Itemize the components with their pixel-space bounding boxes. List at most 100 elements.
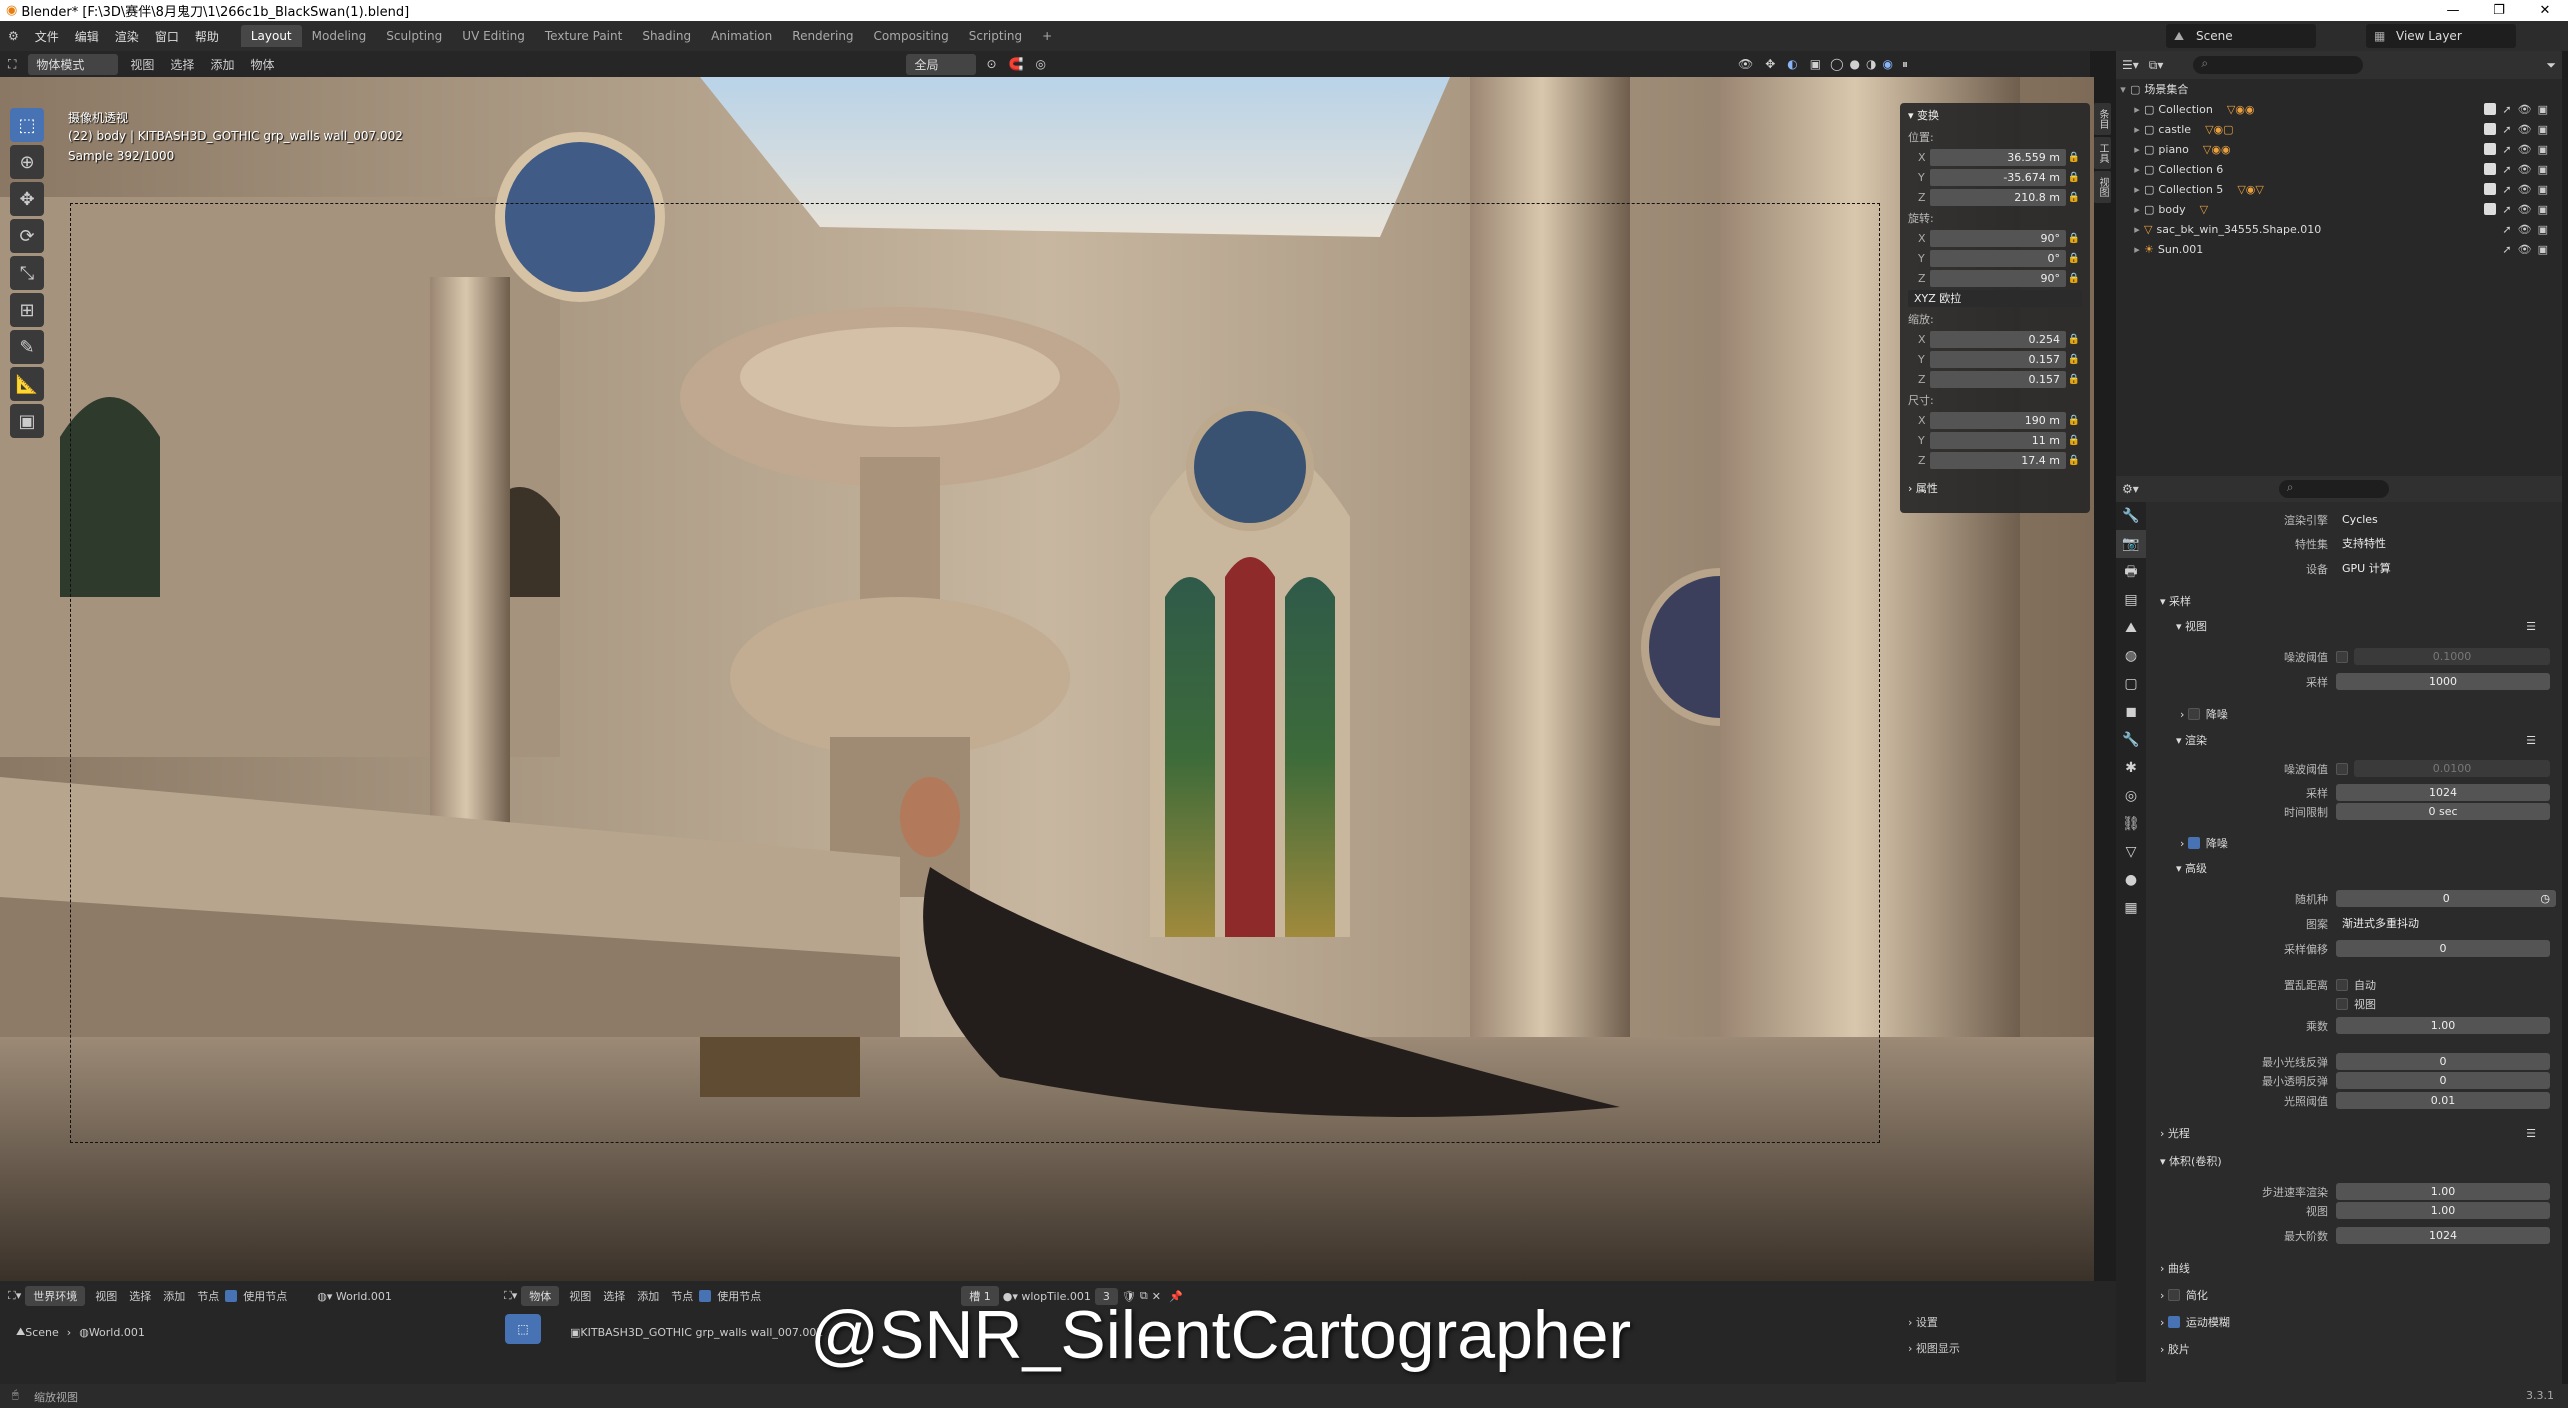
scale-x-field[interactable]: 0.254 [1930,331,2066,348]
menu-render[interactable]: 渲染 [107,28,147,45]
volumes-header[interactable]: ▾ 体积(卷积) [2150,1150,2550,1172]
motion-blur-header[interactable]: › 运动模糊 [2150,1311,2550,1333]
curves-header[interactable]: › 曲线 [2150,1257,2550,1279]
scale-y-field[interactable]: 0.157 [1930,351,2066,368]
lock-icon[interactable]: 🔒 [2066,435,2082,446]
shading-wire-icon[interactable]: ◯ [1827,57,1846,71]
vp-denoise-header[interactable]: › 降噪 [2150,703,2550,725]
exclude-checkbox[interactable] [2484,182,2497,195]
scene-tab-icon[interactable]: ⛰ [2116,614,2146,642]
proportional-icon[interactable]: ◎ [1029,57,1051,71]
time-limit-field[interactable]: 0 sec [2336,803,2550,820]
eye-icon[interactable]: 👁 [2518,163,2532,176]
dim-x-field[interactable]: 190 m [1930,412,2066,429]
mode-dropdown[interactable]: 物体模式 [28,53,119,75]
shader-menu-add[interactable]: 添加 [631,1288,665,1304]
cursor-tool-icon[interactable]: ⊕ [10,145,44,179]
device-dropdown[interactable]: GPU 计算 [2336,560,2550,577]
camera-icon[interactable]: ▣ [2538,163,2548,176]
blender-menu-icon[interactable]: ⚙ [0,29,27,43]
list-icon[interactable]: ☰ [2526,620,2536,633]
camera-icon[interactable]: ▣ [2538,103,2548,116]
shading-rendered-icon[interactable]: ◉ [1880,57,1896,71]
outliner-item-piano[interactable]: ▸ ▢ piano ▽◉◉ ➚ 👁 ▣ [2116,139,2562,159]
rotate-tool-icon[interactable]: ⟳ [10,219,44,253]
rotation-x-field[interactable]: 90° [1930,230,2066,247]
viewport-menu-select[interactable]: 选择 [162,56,202,73]
tab-sculpting[interactable]: Sculpting [376,25,452,47]
editor-type-icon[interactable]: ⛶ [0,57,24,72]
outliner-item-collection-6[interactable]: ▸ ▢ Collection 6 ➚ 👁 ▣ [2116,159,2562,179]
view-layer-tab-icon[interactable]: ▤ [2116,586,2146,614]
list-icon[interactable]: ☰ [2526,1127,2536,1140]
node-viewport-display-tab[interactable]: › 视图显示 [1908,1336,1960,1360]
camera-icon[interactable]: ▣ [2538,183,2548,196]
node-settings-tab[interactable]: › 设置 [1908,1310,1938,1334]
location-x-field[interactable]: 36.559 m [1930,149,2066,166]
eye-icon[interactable]: 👁 [2518,223,2532,236]
viewport-menu-object[interactable]: 物体 [242,56,282,73]
collection-tab-icon[interactable]: ▢ [2116,670,2146,698]
add-cube-tool-icon[interactable]: ▣ [10,404,44,438]
physics-tab-icon[interactable]: ◎ [2116,782,2146,810]
world-menu-add[interactable]: 添加 [157,1288,191,1304]
lock-icon[interactable]: 🔒 [2066,253,2082,264]
exclude-checkbox[interactable] [2484,102,2497,115]
camera-icon[interactable]: ▣ [2538,123,2548,136]
camera-icon[interactable]: ▣ [2538,143,2548,156]
lock-icon[interactable]: 🔒 [2066,354,2082,365]
select-icon[interactable]: ➚ [2502,163,2511,176]
select-icon[interactable]: ➚ [2502,223,2511,236]
node-editor-icon[interactable]: ⛶▾ [8,1289,21,1303]
select-icon[interactable]: ➚ [2502,143,2511,156]
film-header[interactable]: › 胶片 [2150,1338,2550,1360]
location-z-field[interactable]: 210.8 m [1930,189,2066,206]
outliner-item-collection[interactable]: ▸ ▢ Collection ▽◉◉ ➚ 👁 ▣ [2116,99,2562,119]
material-tab-icon[interactable]: ● [2116,866,2146,894]
select-icon[interactable]: ➚ [2502,183,2511,196]
eye-icon[interactable]: 👁 [2518,243,2532,256]
camera-icon[interactable]: ▣ [2538,223,2548,236]
xray-icon[interactable]: ▣ [1804,57,1827,71]
light-paths-header[interactable]: › 光程 ☰ [2150,1122,2550,1144]
world-tab-icon[interactable]: ◍ [2116,642,2146,670]
outliner-display-icon[interactable]: ⧉▾ [2149,58,2164,73]
r-denoise-header[interactable]: › 降噪 [2150,832,2550,854]
viewport-checkbox[interactable] [2336,997,2348,1010]
light-threshold-field[interactable]: 0.01 [2336,1092,2550,1109]
step-vp-field[interactable]: 1.00 [2336,1202,2550,1219]
tab-scripting[interactable]: Scripting [959,25,1032,47]
eye-icon[interactable]: 👁 [2518,103,2532,116]
lock-icon[interactable]: 🔒 [2066,374,2082,385]
world-menu-node[interactable]: 节点 [191,1288,225,1304]
filter-icon[interactable]: ⏷ [2546,58,2556,73]
camera-icon[interactable]: ▣ [2538,203,2548,216]
r-samples-field[interactable]: 1024 [2336,784,2550,801]
clock-icon[interactable]: ◷ [2540,892,2550,905]
lock-icon[interactable]: 🔒 [2066,233,2082,244]
minimize-button[interactable]: — [2430,0,2476,21]
tab-tool[interactable]: 工具 [2094,137,2111,169]
lock-icon[interactable]: 🔒 [2066,334,2082,345]
use-nodes-checkbox[interactable] [225,1290,238,1302]
motion-blur-checkbox[interactable] [2167,1316,2180,1328]
tab-rendering[interactable]: Rendering [782,25,863,47]
outliner-item-castle[interactable]: ▸ ▢ castle ▽◉▢ ➚ 👁 ▣ [2116,119,2562,139]
dim-y-field[interactable]: 11 m [1930,432,2066,449]
menu-file[interactable]: 文件 [27,28,67,45]
lock-icon[interactable]: 🔒 [2066,455,2082,466]
lock-icon[interactable]: 🔒 [2066,192,2082,203]
eye-icon[interactable]: 👁 [2518,203,2532,216]
outliner-editor-icon[interactable]: ☰▾ [2122,58,2139,72]
viewport-sampling-header[interactable]: ▾ 视图 ☰ [2150,615,2550,637]
use-nodes-checkbox[interactable] [699,1290,712,1302]
snap-icon[interactable]: 🧲 [1003,57,1030,71]
lock-icon[interactable]: 🔒 [2066,172,2082,183]
feature-set-dropdown[interactable]: 支持特性 [2336,535,2550,552]
outliner-root[interactable]: ▾ ▢ 场景集合 [2116,79,2562,99]
dim-z-field[interactable]: 17.4 m [1930,452,2066,469]
particles-tab-icon[interactable]: ✱ [2116,754,2146,782]
exclude-checkbox[interactable] [2484,202,2497,215]
list-icon[interactable]: ☰ [2526,734,2536,747]
min-trans-field[interactable]: 0 [2336,1072,2550,1089]
